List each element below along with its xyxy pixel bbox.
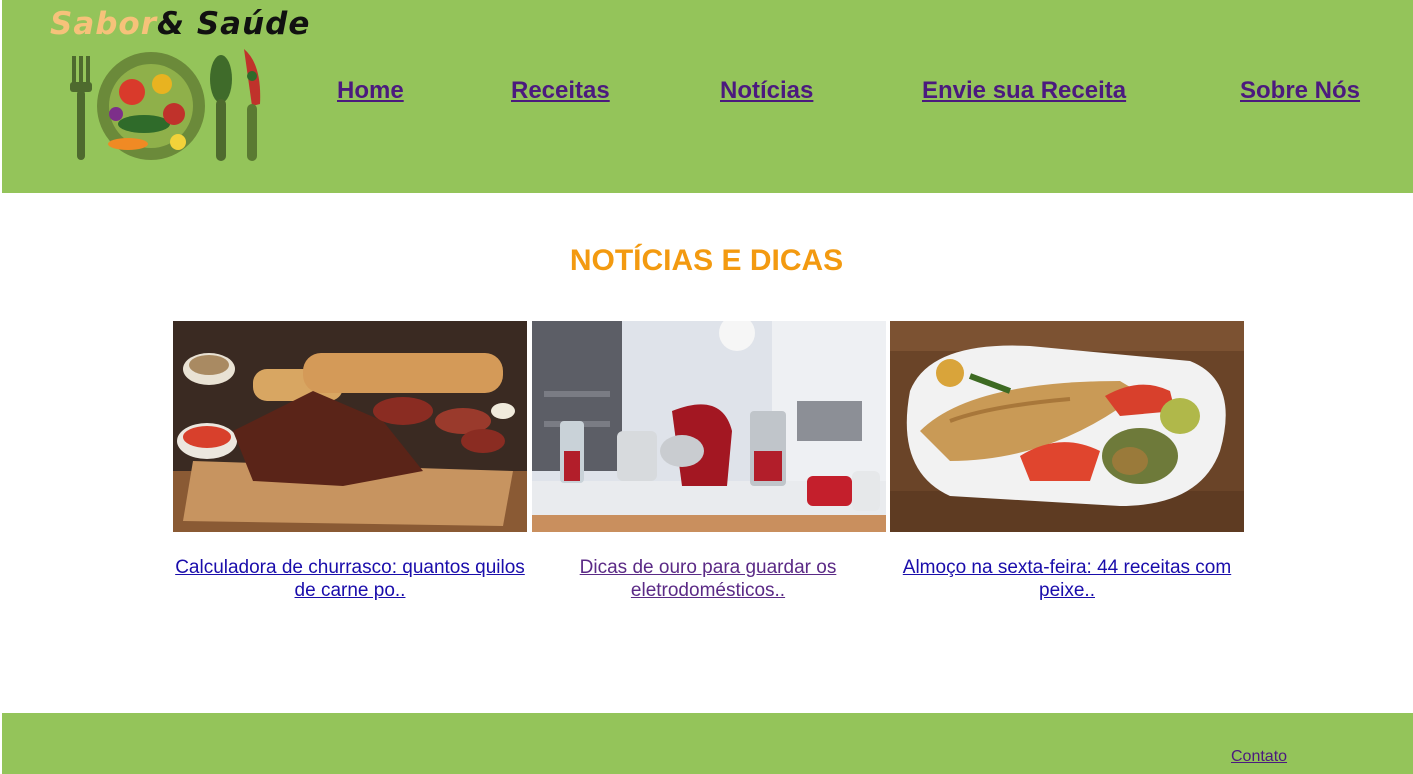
nav-noticias[interactable]: Notícias — [720, 77, 813, 105]
logo-text: Sabor& Saúde — [50, 6, 310, 42]
nav-sobre-nos[interactable]: Sobre Nós — [1240, 77, 1360, 105]
footer-contact-link[interactable]: Contato — [1231, 748, 1287, 766]
page-title: NOTÍCIAS E DICAS — [569, 244, 844, 277]
nav-receitas[interactable]: Receitas — [511, 77, 610, 105]
site-footer: Contato — [2, 713, 1413, 774]
site-logo[interactable]: Sabor& Saúde — [50, 6, 309, 166]
nav-home[interactable]: Home — [337, 77, 404, 105]
site-header: Sabor& Saúde Home Receitas Notícias Envi… — [2, 0, 1413, 193]
card-image-fish[interactable] — [890, 321, 1244, 532]
card-link-peixe[interactable]: Almoço na sexta-feira: 44 receitas com p… — [890, 556, 1244, 602]
logo-word-saude: & Saúde — [157, 6, 311, 42]
logo-word-sabor: Sabor — [50, 6, 158, 42]
cutlery-vegetables-icon — [70, 49, 261, 161]
card-link-eletrodomesticos[interactable]: Dicas de ouro para guardar os eletrodomé… — [531, 556, 885, 602]
nav-envie-receita[interactable]: Envie sua Receita — [922, 77, 1126, 105]
card-image-kitchen[interactable] — [532, 321, 886, 532]
card-link-churrasco[interactable]: Calculadora de churrasco: quantos quilos… — [173, 556, 527, 602]
card-image-barbecue[interactable] — [173, 321, 527, 532]
